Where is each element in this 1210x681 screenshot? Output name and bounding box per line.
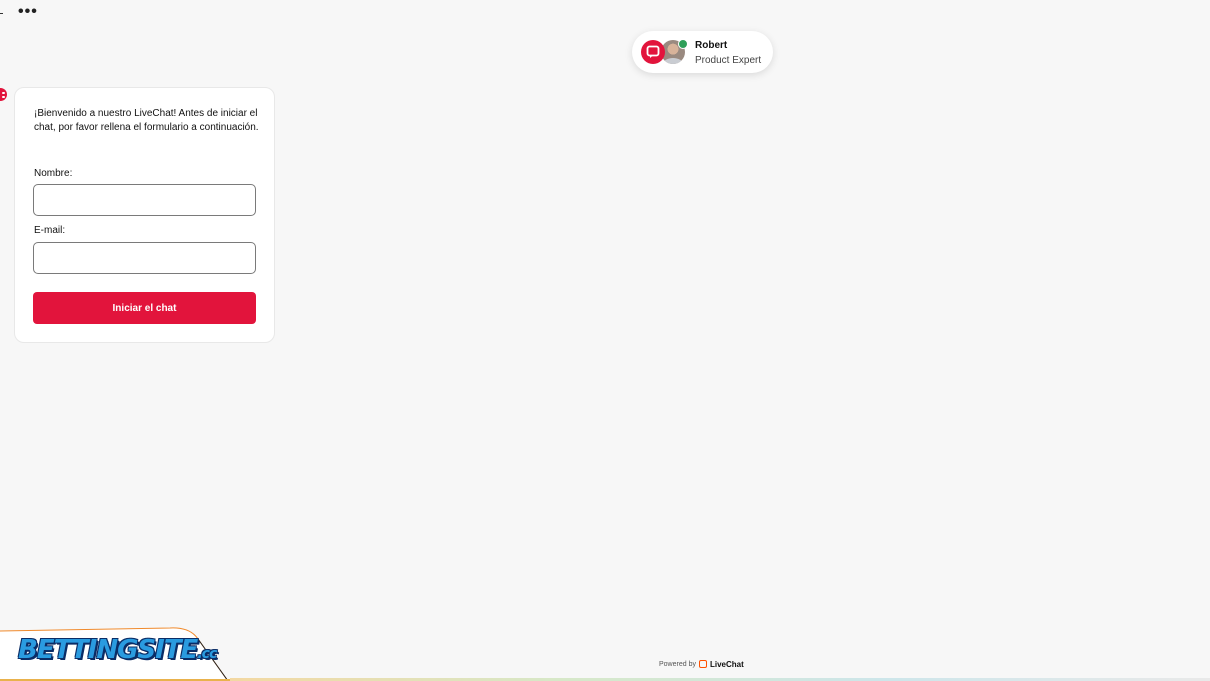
collapse-dash[interactable] (0, 13, 3, 14)
email-input[interactable] (33, 242, 256, 274)
agent-role: Product Expert (695, 55, 762, 66)
top-left-controls: ••• (0, 3, 60, 21)
powered-by-footer[interactable]: Powered by LiveChat (659, 658, 744, 670)
bettingsite-logo[interactable]: BETTINGSITE.cc (18, 635, 217, 665)
more-options-button[interactable]: ••• (18, 3, 38, 21)
livechat-logo-icon (698, 660, 707, 668)
agent-name: Robert (695, 40, 728, 51)
online-status-dot (678, 39, 688, 49)
logo-wordmark: BETTINGSITE (18, 635, 198, 665)
welcome-message: ¡Bienvenido a nuestro LiveChat! Antes de… (34, 108, 259, 133)
logo-suffix: .cc (197, 646, 217, 662)
chat-bubble-icon (641, 40, 665, 64)
livechat-brand: LiveChat (709, 659, 744, 669)
agent-pill[interactable]: Robert Product Expert (632, 31, 773, 73)
name-label: Nombre: (34, 168, 73, 179)
notification-badge-icon[interactable] (0, 88, 7, 101)
prechat-form: ¡Bienvenido a nuestro LiveChat! Antes de… (14, 87, 275, 343)
email-label: E-mail: (34, 225, 66, 236)
start-chat-button[interactable]: Iniciar el chat (33, 292, 256, 324)
name-input[interactable] (33, 184, 256, 216)
powered-by-text: Powered by (659, 660, 696, 668)
